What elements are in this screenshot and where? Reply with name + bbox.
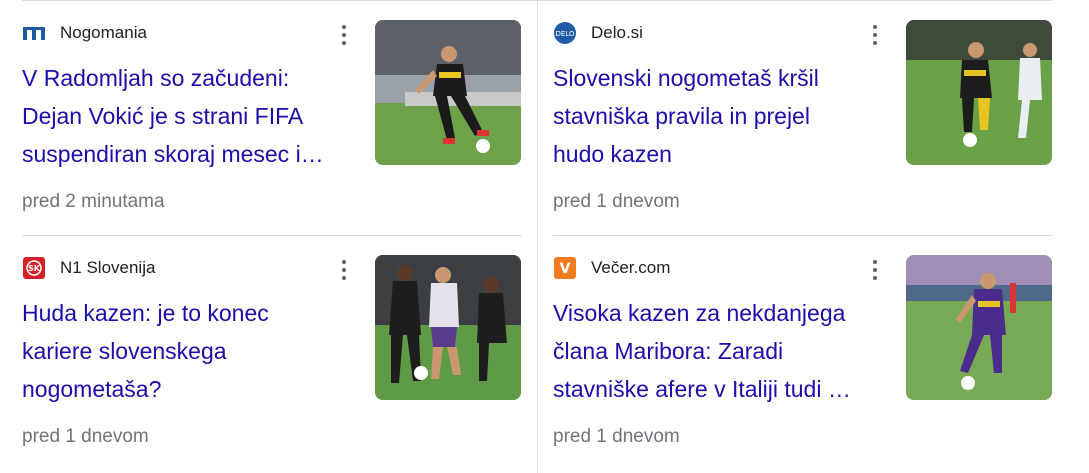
svg-text:V: V xyxy=(560,261,571,277)
news-source[interactable]: SK N1 Slovenija xyxy=(22,256,156,280)
vecer-logo-icon: V xyxy=(553,256,577,280)
source-name: N1 Slovenija xyxy=(60,258,156,277)
headline-link[interactable]: Visoka kazen za nekdanjega člana Maribor… xyxy=(553,294,893,408)
timestamp: pred 1 dnevom xyxy=(22,426,149,447)
nogomania-logo-icon xyxy=(22,21,46,45)
sportklub-logo-icon: SK xyxy=(22,256,46,280)
more-options-icon[interactable] xyxy=(334,258,354,282)
timestamp: pred 1 dnevom xyxy=(553,191,680,212)
news-source[interactable]: V Večer.com xyxy=(553,256,671,280)
more-options-icon[interactable] xyxy=(334,23,354,47)
source-name: Delo.si xyxy=(591,23,643,42)
football-player-photo[interactable] xyxy=(375,20,521,165)
headline-line: V Radomljah so začudeni: xyxy=(22,65,290,91)
headline-line: člana Maribora: Zaradi xyxy=(553,338,784,364)
headline-line: Dejan Vokić je s strani FIFA xyxy=(22,103,304,129)
headline-line: Visoka kazen za nekdanjega xyxy=(553,300,846,326)
news-card[interactable]: SK N1 Slovenija Huda kazen: je to konec … xyxy=(22,236,522,470)
news-source[interactable]: Nogomania xyxy=(22,23,147,43)
headline-line: hudo kazen xyxy=(553,141,672,167)
more-options-icon[interactable] xyxy=(865,258,885,282)
source-name: Večer.com xyxy=(591,258,671,277)
headline-link[interactable]: Huda kazen: je to konec kariere slovensk… xyxy=(22,294,362,408)
headline-link[interactable]: V Radomljah so začudeni: Dejan Vokić je … xyxy=(22,59,362,173)
news-card[interactable]: V Večer.com Visoka kazen za nekdanjega č… xyxy=(553,236,1053,470)
timestamp: pred 1 dnevom xyxy=(553,426,680,447)
headline-line: kariere slovenskega xyxy=(22,338,227,364)
svg-text:SK: SK xyxy=(28,264,41,273)
headline-line: Slovenski nogometaš kršil xyxy=(553,65,819,91)
football-players-photo[interactable] xyxy=(906,20,1052,165)
headline-line: stavniška pravila in prejel xyxy=(553,103,810,129)
maribor-player-photo[interactable] xyxy=(906,255,1052,400)
football-match-photo[interactable] xyxy=(375,255,521,400)
timestamp: pred 2 minutama xyxy=(22,191,165,212)
column-divider xyxy=(537,0,538,473)
news-card[interactable]: Nogomania V Radomljah so začudeni: Dejan… xyxy=(22,1,522,235)
headline-line: nogometaša? xyxy=(22,376,162,402)
news-card[interactable]: DELO Delo.si Slovenski nogometaš kršil s… xyxy=(553,1,1053,235)
headline-line: suspendiran skoraj mesec i… xyxy=(22,141,324,167)
news-source[interactable]: DELO Delo.si xyxy=(553,21,643,45)
headline-link[interactable]: Slovenski nogometaš kršil stavniška prav… xyxy=(553,59,893,173)
headline-line: stavniške afere v Italiji tudi … xyxy=(553,376,851,402)
svg-text:DELO: DELO xyxy=(556,30,575,38)
more-options-icon[interactable] xyxy=(865,23,885,47)
source-name: Nogomania xyxy=(60,23,147,42)
headline-line: Huda kazen: je to konec xyxy=(22,300,269,326)
delo-logo-icon: DELO xyxy=(553,21,577,45)
